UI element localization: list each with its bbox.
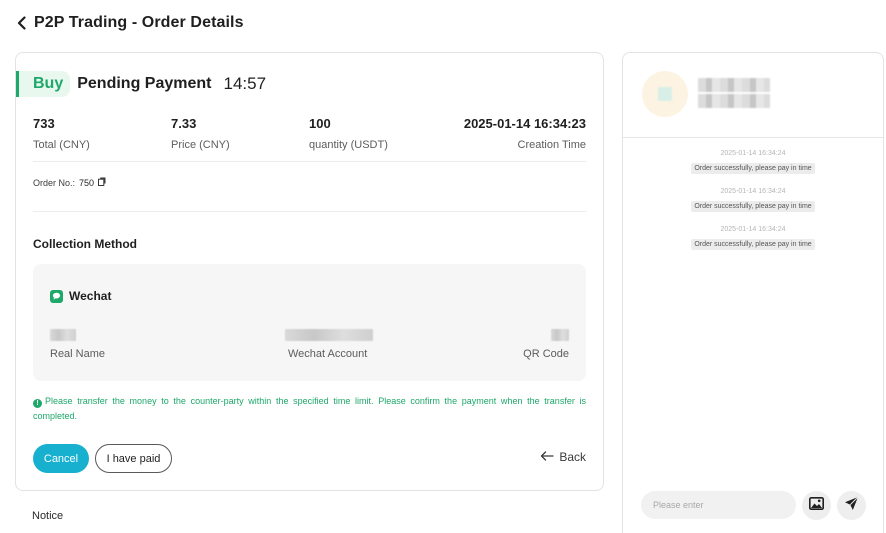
chat-panel: 2025-01-14 16:34:24 Order successfully, … — [622, 52, 884, 533]
order-status-row: Buy Pending Payment 14:57 — [16, 71, 266, 97]
message-time: 2025-01-14 16:34:24 — [720, 226, 786, 233]
countdown-timer: 14:57 — [223, 74, 267, 93]
copy-icon[interactable] — [98, 177, 106, 188]
method-name: Wechat — [69, 289, 112, 303]
avatar — [642, 71, 688, 117]
summary-value: 733 — [33, 116, 55, 131]
chevron-left-icon[interactable] — [14, 13, 28, 33]
summary-total: 733 Total (CNY) — [33, 116, 90, 151]
summary-label: Creation Time — [517, 139, 586, 151]
real-name-label: Real Name — [50, 348, 106, 360]
side-badge: Buy — [16, 71, 71, 97]
cancel-button[interactable]: Cancel — [33, 444, 89, 473]
redacted-real-name — [50, 329, 76, 341]
chat-message: 2025-01-14 16:34:24 Order successfully, … — [623, 188, 883, 213]
wechat-account-field: Wechat Account — [285, 329, 373, 360]
notice-label: Notice — [32, 510, 64, 522]
method-header: Wechat — [50, 289, 111, 303]
arrow-left-icon — [540, 450, 554, 464]
avatar-image — [658, 87, 672, 101]
qr-code-field: QR Code — [523, 329, 569, 360]
payment-instruction-text: Please transfer the money to the counter… — [33, 396, 586, 421]
i-have-paid-button[interactable]: I have paid — [95, 444, 172, 473]
order-number: 750 — [79, 177, 95, 188]
real-name-field: Real Name — [50, 329, 105, 360]
redacted-counterparty-name — [698, 78, 770, 108]
order-summary: 733 Total (CNY) 7.33 Price (CNY) 100 qua… — [33, 116, 586, 152]
image-icon — [809, 496, 824, 515]
page-title: P2P Trading - Order Details — [34, 14, 244, 31]
summary-price: 7.33 Price (CNY) — [171, 116, 230, 151]
chat-message: 2025-01-14 16:34:24 Order successfully, … — [623, 150, 883, 175]
summary-label: Total (CNY) — [33, 139, 90, 151]
image-upload-button[interactable] — [802, 491, 831, 520]
payment-instruction: ! Please transfer the money to the counte… — [33, 394, 586, 424]
message-time: 2025-01-14 16:34:24 — [720, 188, 786, 195]
divider — [33, 211, 586, 212]
order-number-label: Order No.: — [33, 177, 76, 188]
summary-value: 100 — [309, 116, 331, 131]
message-text: Order successfully, please pay in time — [691, 201, 815, 212]
qr-code-label: QR Code — [523, 348, 569, 360]
summary-value: 7.33 — [171, 116, 197, 131]
divider — [33, 161, 586, 162]
send-button[interactable] — [837, 491, 866, 520]
chat-message: 2025-01-14 16:34:24 Order successfully, … — [623, 226, 883, 251]
summary-creation-time: 2025-01-14 16:34:23 Creation Time — [464, 116, 586, 151]
message-time: 2025-01-14 16:34:24 — [720, 150, 786, 157]
summary-label: Price (CNY) — [171, 139, 230, 151]
send-icon — [844, 496, 859, 516]
back-link[interactable]: Back — [540, 450, 586, 464]
summary-label: quantity (USDT) — [309, 139, 388, 151]
qr-code-thumbnail[interactable] — [551, 329, 569, 341]
wechat-icon — [50, 289, 63, 303]
page-header: P2P Trading - Order Details — [14, 13, 244, 33]
message-text: Order successfully, please pay in time — [691, 163, 815, 174]
order-number-row: Order No.: 750 — [33, 177, 106, 188]
collection-method-title: Collection Method — [33, 237, 137, 251]
message-text: Order successfully, please pay in time — [691, 239, 815, 250]
order-status: Pending Payment — [77, 75, 212, 92]
collection-method-box: Wechat Real Name Wechat Account QR Code — [33, 264, 586, 381]
summary-value: 2025-01-14 16:34:23 — [463, 116, 586, 131]
chat-input[interactable] — [641, 491, 796, 519]
redacted-account — [285, 329, 373, 341]
chat-header — [623, 53, 883, 138]
info-icon: ! — [33, 399, 42, 408]
summary-quantity: 100 quantity (USDT) — [309, 116, 388, 151]
order-card: Buy Pending Payment 14:57 733 Total (CNY… — [15, 52, 604, 491]
wechat-account-label: Wechat Account — [288, 348, 368, 360]
back-label: Back — [559, 450, 586, 464]
